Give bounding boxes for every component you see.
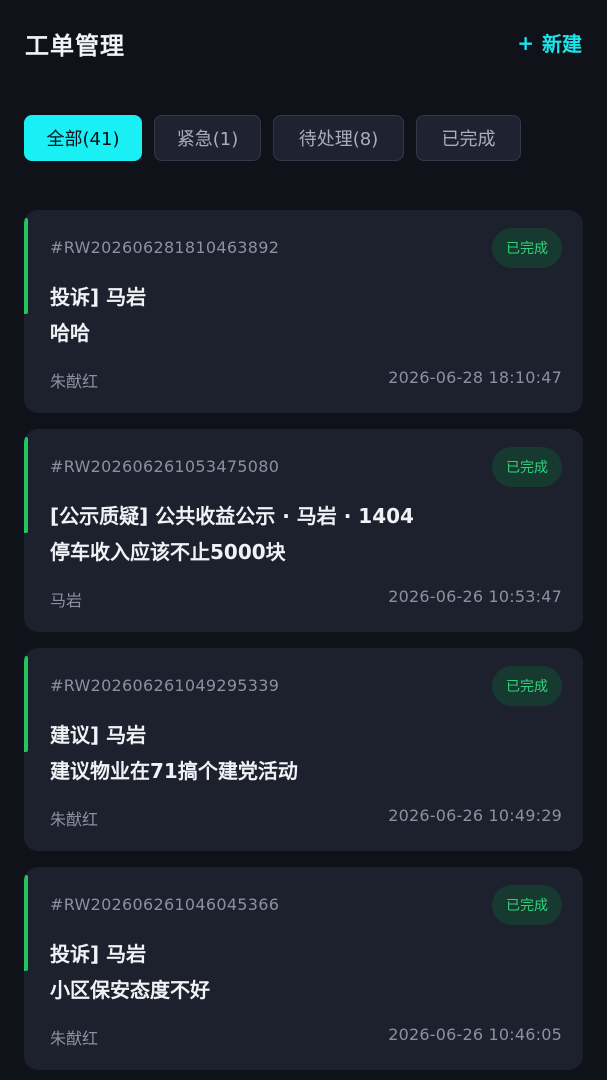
status-badge: 已完成 <box>492 885 562 925</box>
status-badge: 已完成 <box>492 666 562 706</box>
filter-tab-completed[interactable]: 已完成 <box>416 115 521 161</box>
ticket-assignee: 马岩 <box>50 591 83 610</box>
page-title: 工单管理 <box>25 32 125 60</box>
new-ticket-label: 新建 <box>542 32 582 56</box>
ticket-card[interactable]: #RW202606261046045366 已完成 投诉] 马岩 小区保安态度不… <box>24 867 583 1070</box>
ticket-management-page: 工单管理 + 新建 全部(41) 紧急(1) 待处理(8) 已完成 #RW202… <box>0 0 607 1080</box>
ticket-title: 建议] 马岩 <box>50 723 147 747</box>
ticket-timestamp: 2026-06-28 18:10:47 <box>388 368 562 387</box>
filter-tab-urgent[interactable]: 紧急(1) <box>154 115 261 161</box>
ticket-assignee: 朱猷红 <box>50 1029 99 1048</box>
ticket-description: 停车收入应该不止5000块 <box>50 540 286 564</box>
ticket-assignee: 朱猷红 <box>50 810 99 829</box>
filter-tabs: 全部(41) 紧急(1) 待处理(8) 已完成 <box>24 115 533 161</box>
status-accent-bar <box>24 437 28 533</box>
ticket-assignee: 朱猷红 <box>50 372 99 391</box>
ticket-description: 小区保安态度不好 <box>50 978 210 1002</box>
ticket-list: #RW202606281810463892 已完成 投诉] 马岩 哈哈 朱猷红 … <box>24 210 583 1080</box>
ticket-timestamp: 2026-06-26 10:53:47 <box>388 587 562 606</box>
status-badge: 已完成 <box>492 447 562 487</box>
new-ticket-button[interactable]: + 新建 <box>517 28 582 57</box>
ticket-id: #RW202606281810463892 <box>50 238 280 257</box>
ticket-title: [公示质疑] 公共收益公示 · 马岩 · 1404 <box>50 504 414 528</box>
ticket-description: 哈哈 <box>50 321 90 345</box>
ticket-title: 投诉] 马岩 <box>50 285 147 309</box>
ticket-description: 建议物业在71搞个建党活动 <box>50 759 298 783</box>
status-accent-bar <box>24 218 28 314</box>
plus-icon: + <box>517 30 534 55</box>
status-accent-bar <box>24 875 28 971</box>
ticket-card[interactable]: #RW202606261049295339 已完成 建议] 马岩 建议物业在71… <box>24 648 583 851</box>
ticket-timestamp: 2026-06-26 10:46:05 <box>388 1025 562 1044</box>
ticket-card[interactable]: #RW202606261053475080 已完成 [公示质疑] 公共收益公示 … <box>24 429 583 632</box>
ticket-id: #RW202606261049295339 <box>50 676 280 695</box>
ticket-timestamp: 2026-06-26 10:49:29 <box>388 806 562 825</box>
ticket-id: #RW202606261053475080 <box>50 457 280 476</box>
filter-tab-pending[interactable]: 待处理(8) <box>273 115 404 161</box>
header: 工单管理 + 新建 <box>0 0 607 90</box>
ticket-id: #RW202606261046045366 <box>50 895 280 914</box>
ticket-card[interactable]: #RW202606281810463892 已完成 投诉] 马岩 哈哈 朱猷红 … <box>24 210 583 413</box>
ticket-title: 投诉] 马岩 <box>50 942 147 966</box>
status-badge: 已完成 <box>492 228 562 268</box>
status-accent-bar <box>24 656 28 752</box>
filter-tab-all[interactable]: 全部(41) <box>24 115 142 161</box>
